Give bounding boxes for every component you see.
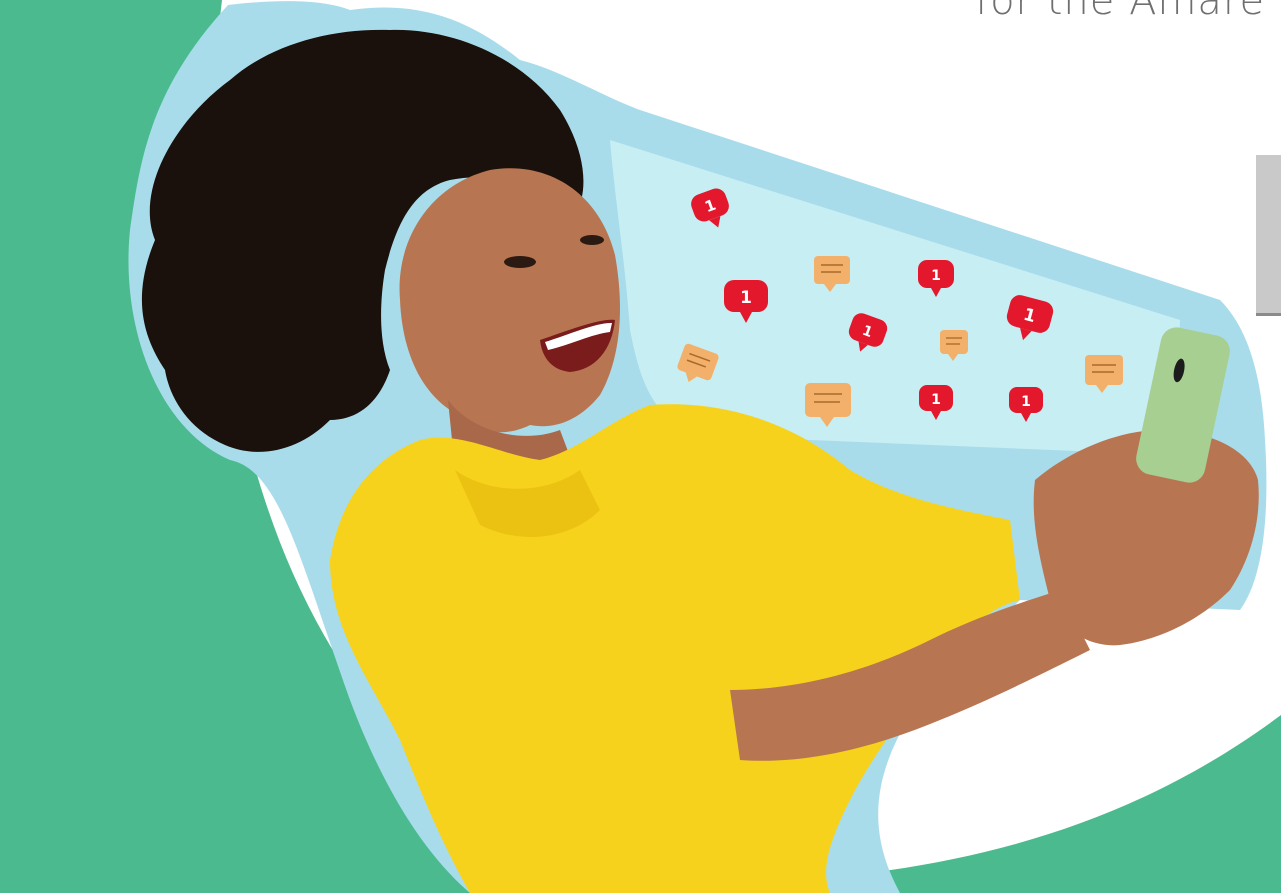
like-count: 1 (931, 392, 941, 408)
gray-panel-edge (1256, 155, 1281, 316)
headline-text: for the Amare (975, 0, 1266, 24)
like-count: 1 (1021, 394, 1031, 410)
like-count: 1 (740, 288, 752, 308)
like-count: 1 (931, 268, 941, 284)
eye-right (580, 235, 604, 245)
eye-left (504, 256, 536, 268)
hero-illustration: 1 1 1 1 1 1 1 (0, 0, 1281, 893)
face (399, 168, 620, 433)
